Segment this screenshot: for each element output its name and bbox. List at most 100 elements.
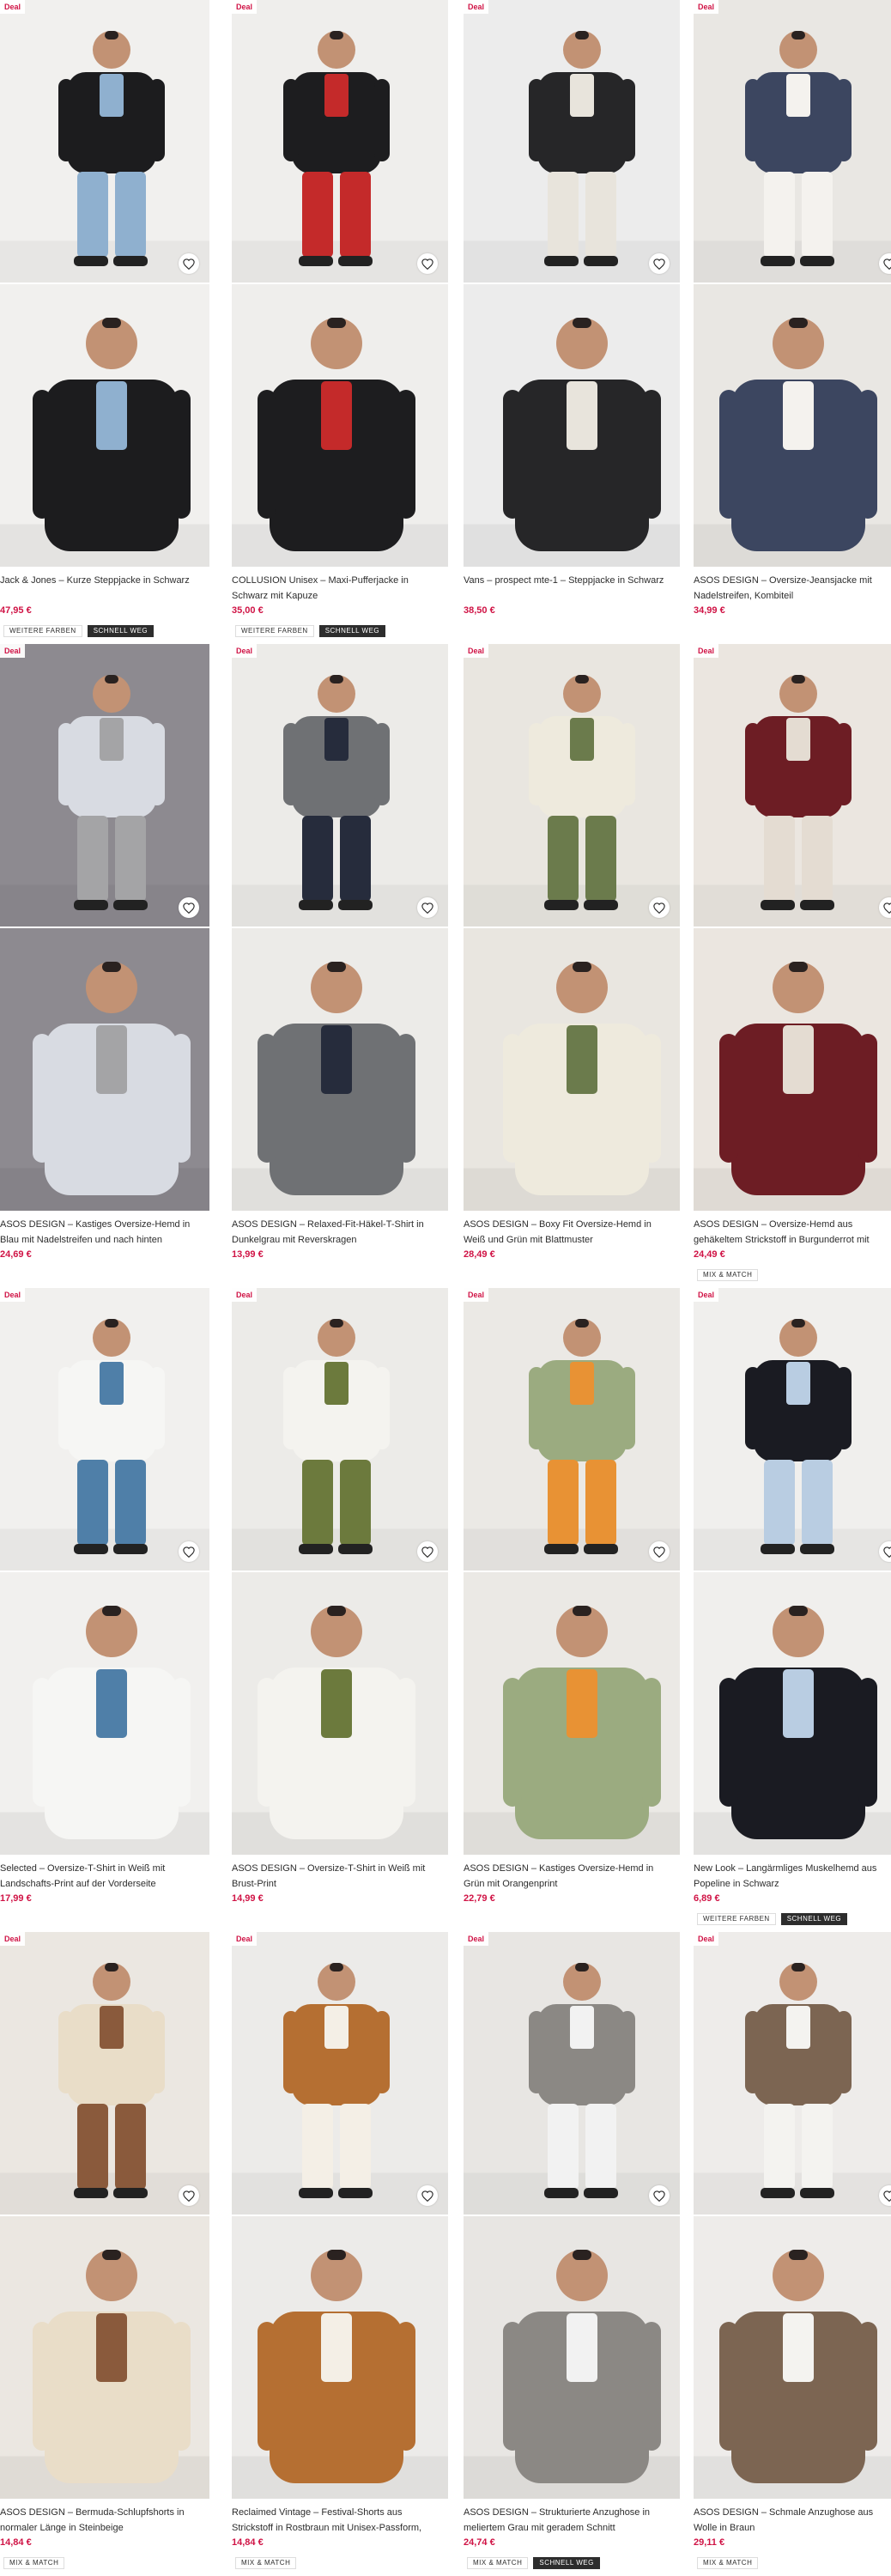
product-card[interactable]: Deal New Look – Langärmliges Muskelhemd a… (694, 1288, 891, 1925)
product-title[interactable]: Reclaimed Vintage – Festival-Shorts aus … (232, 2505, 443, 2536)
product-photo (232, 1932, 448, 2499)
product-image[interactable] (464, 1932, 680, 2499)
product-card[interactable]: Deal ASOS DESIGN – Kastiges Oversize-Hemd… (464, 1288, 680, 1923)
product-title[interactable]: ASOS DESIGN – Bermuda-Schlupfshorts in n… (0, 2505, 211, 2536)
product-photo (232, 0, 448, 567)
product-card[interactable]: Deal ASOS DESIGN – Strukturierte Anzughos… (464, 1932, 680, 2569)
save-for-later-button[interactable] (417, 2185, 438, 2206)
product-image[interactable] (694, 644, 891, 1211)
product-card[interactable]: Deal ASOS DESIGN – Oversize-Jeansjacke mi… (694, 0, 891, 635)
product-title[interactable]: Jack & Jones – Kurze Steppjacke in Schwa… (0, 573, 211, 604)
product-image[interactable] (232, 1932, 448, 2499)
product-badges: MIX & MATCH (697, 1266, 763, 1281)
product-image[interactable] (0, 1932, 209, 2499)
product-price: 14,84 € (232, 2537, 264, 2548)
save-for-later-button[interactable] (179, 897, 199, 918)
product-title[interactable]: ASOS DESIGN – Oversize-Jeansjacke mit Na… (694, 573, 888, 604)
product-title[interactable]: ASOS DESIGN – Boxy Fit Oversize-Hemd in … (464, 1217, 675, 1248)
product-price: 17,99 € (0, 1893, 32, 1904)
deal-badge: Deal (0, 0, 26, 14)
save-for-later-button[interactable] (417, 1541, 438, 1562)
product-image[interactable] (0, 644, 209, 1211)
deal-badge: Deal (694, 0, 719, 14)
product-image[interactable] (694, 1932, 891, 2499)
deal-badge: Deal (464, 1288, 489, 1302)
product-price: 24,49 € (694, 1249, 725, 1260)
product-photo (694, 644, 891, 1211)
product-image[interactable] (464, 0, 680, 567)
product-price: 47,95 € (0, 605, 32, 616)
product-card[interactable]: Deal ASOS DESIGN – Oversize-Hemd aus gehä… (694, 644, 891, 1281)
product-price: 13,99 € (232, 1249, 264, 1260)
save-for-later-button[interactable] (649, 897, 670, 918)
product-title[interactable]: Selected – Oversize-T-Shirt in Weiß mit … (0, 1861, 211, 1892)
product-title[interactable]: ASOS DESIGN – Strukturierte Anzughose in… (464, 2505, 675, 2536)
product-title[interactable]: ASOS DESIGN – Oversize-Hemd aus gehäkelt… (694, 1217, 888, 1248)
save-for-later-button[interactable] (649, 2185, 670, 2206)
save-for-later-button[interactable] (179, 1541, 199, 1562)
product-photo (232, 644, 448, 1211)
save-for-later-button[interactable] (417, 253, 438, 274)
product-card[interactable]: Deal ASOS DESIGN – Relaxed-Fit-Häkel-T-Sh… (232, 644, 448, 1279)
product-card[interactable]: Deal Selected – Oversize-T-Shirt in Weiß … (0, 1288, 209, 1923)
product-title[interactable]: ASOS DESIGN – Kastiges Oversize-Hemd in … (0, 1217, 211, 1248)
product-badge: MIX & MATCH (235, 2557, 297, 2569)
product-price: 35,00 € (232, 605, 264, 616)
product-title[interactable]: New Look – Langärmliges Muskelhemd aus P… (694, 1861, 888, 1892)
product-photo (0, 0, 209, 567)
product-title[interactable]: COLLUSION Unisex – Maxi-Pufferjacke in S… (232, 573, 443, 604)
product-title[interactable]: ASOS DESIGN – Oversize-T-Shirt in Weiß m… (232, 1861, 443, 1892)
deal-badge: Deal (464, 644, 489, 658)
product-image[interactable] (232, 644, 448, 1211)
product-image[interactable] (694, 0, 891, 567)
deal-badge: Deal (0, 1288, 26, 1302)
product-photo (464, 1288, 680, 1855)
product-badge: WEITERE FARBEN (235, 625, 314, 637)
product-photo (232, 1288, 448, 1855)
product-badges: WEITERE FARBEN SCHNELL WEG (697, 1910, 852, 1925)
product-card[interactable]: Deal Jack & Jones – Kurze Steppjacke in S… (0, 0, 211, 637)
product-badges: MIX & MATCH (235, 2554, 301, 2569)
product-photo (0, 1288, 209, 1855)
product-title[interactable]: ASOS DESIGN – Schmale Anzughose aus Woll… (694, 2505, 888, 2536)
product-card[interactable]: Deal Reclaimed Vintage – Festival-Shorts … (232, 1932, 448, 2569)
product-image[interactable] (232, 0, 448, 567)
save-for-later-button[interactable] (179, 2185, 199, 2206)
product-card[interactable]: Deal ASOS DESIGN – Bermuda-Schlupfshorts … (0, 1932, 211, 2569)
product-card[interactable]: Deal ASOS DESIGN – Oversize-T-Shirt in We… (232, 1288, 448, 1923)
product-image[interactable] (464, 1288, 680, 1855)
product-card[interactable]: Deal Vans – prospect mte-1 – Steppjacke i… (464, 0, 680, 635)
product-photo (694, 1932, 891, 2499)
product-card[interactable]: Deal ASOS DESIGN – Boxy Fit Oversize-Hemd… (464, 644, 680, 1279)
product-card[interactable]: Deal ASOS DESIGN – Kastiges Oversize-Hemd… (0, 644, 209, 1279)
product-image[interactable] (694, 1288, 891, 1855)
save-for-later-button[interactable] (649, 253, 670, 274)
product-title[interactable]: ASOS DESIGN – Kastiges Oversize-Hemd in … (464, 1861, 675, 1892)
product-photo (464, 0, 680, 567)
product-price: 14,99 € (232, 1893, 264, 1904)
product-card[interactable]: Deal ASOS DESIGN – Schmale Anzughose aus … (694, 1932, 891, 2569)
product-image[interactable] (232, 1288, 448, 1855)
save-for-later-button[interactable] (179, 253, 199, 274)
product-price: 24,69 € (0, 1249, 32, 1260)
product-photo (0, 644, 209, 1211)
product-badge: WEITERE FARBEN (3, 625, 82, 637)
product-title[interactable]: ASOS DESIGN – Relaxed-Fit-Häkel-T-Shirt … (232, 1217, 443, 1248)
product-badges: MIX & MATCH (697, 2554, 763, 2569)
product-card[interactable]: Deal COLLUSION Unisex – Maxi-Pufferjacke … (232, 0, 448, 637)
product-photo (694, 0, 891, 567)
deal-badge: Deal (464, 1932, 489, 1946)
product-photo (464, 1932, 680, 2499)
product-photo (0, 1932, 209, 2499)
product-image[interactable] (0, 0, 209, 567)
deal-badge: Deal (232, 0, 258, 14)
save-for-later-button[interactable] (649, 1541, 670, 1562)
product-title[interactable]: Vans – prospect mte-1 – Steppjacke in Sc… (464, 573, 675, 604)
product-price: 22,79 € (464, 1893, 495, 1904)
product-image[interactable] (464, 644, 680, 1211)
save-for-later-button[interactable] (417, 897, 438, 918)
product-price: 6,89 € (694, 1893, 720, 1904)
product-photo (464, 644, 680, 1211)
deal-badge: Deal (464, 0, 489, 14)
product-image[interactable] (0, 1288, 209, 1855)
